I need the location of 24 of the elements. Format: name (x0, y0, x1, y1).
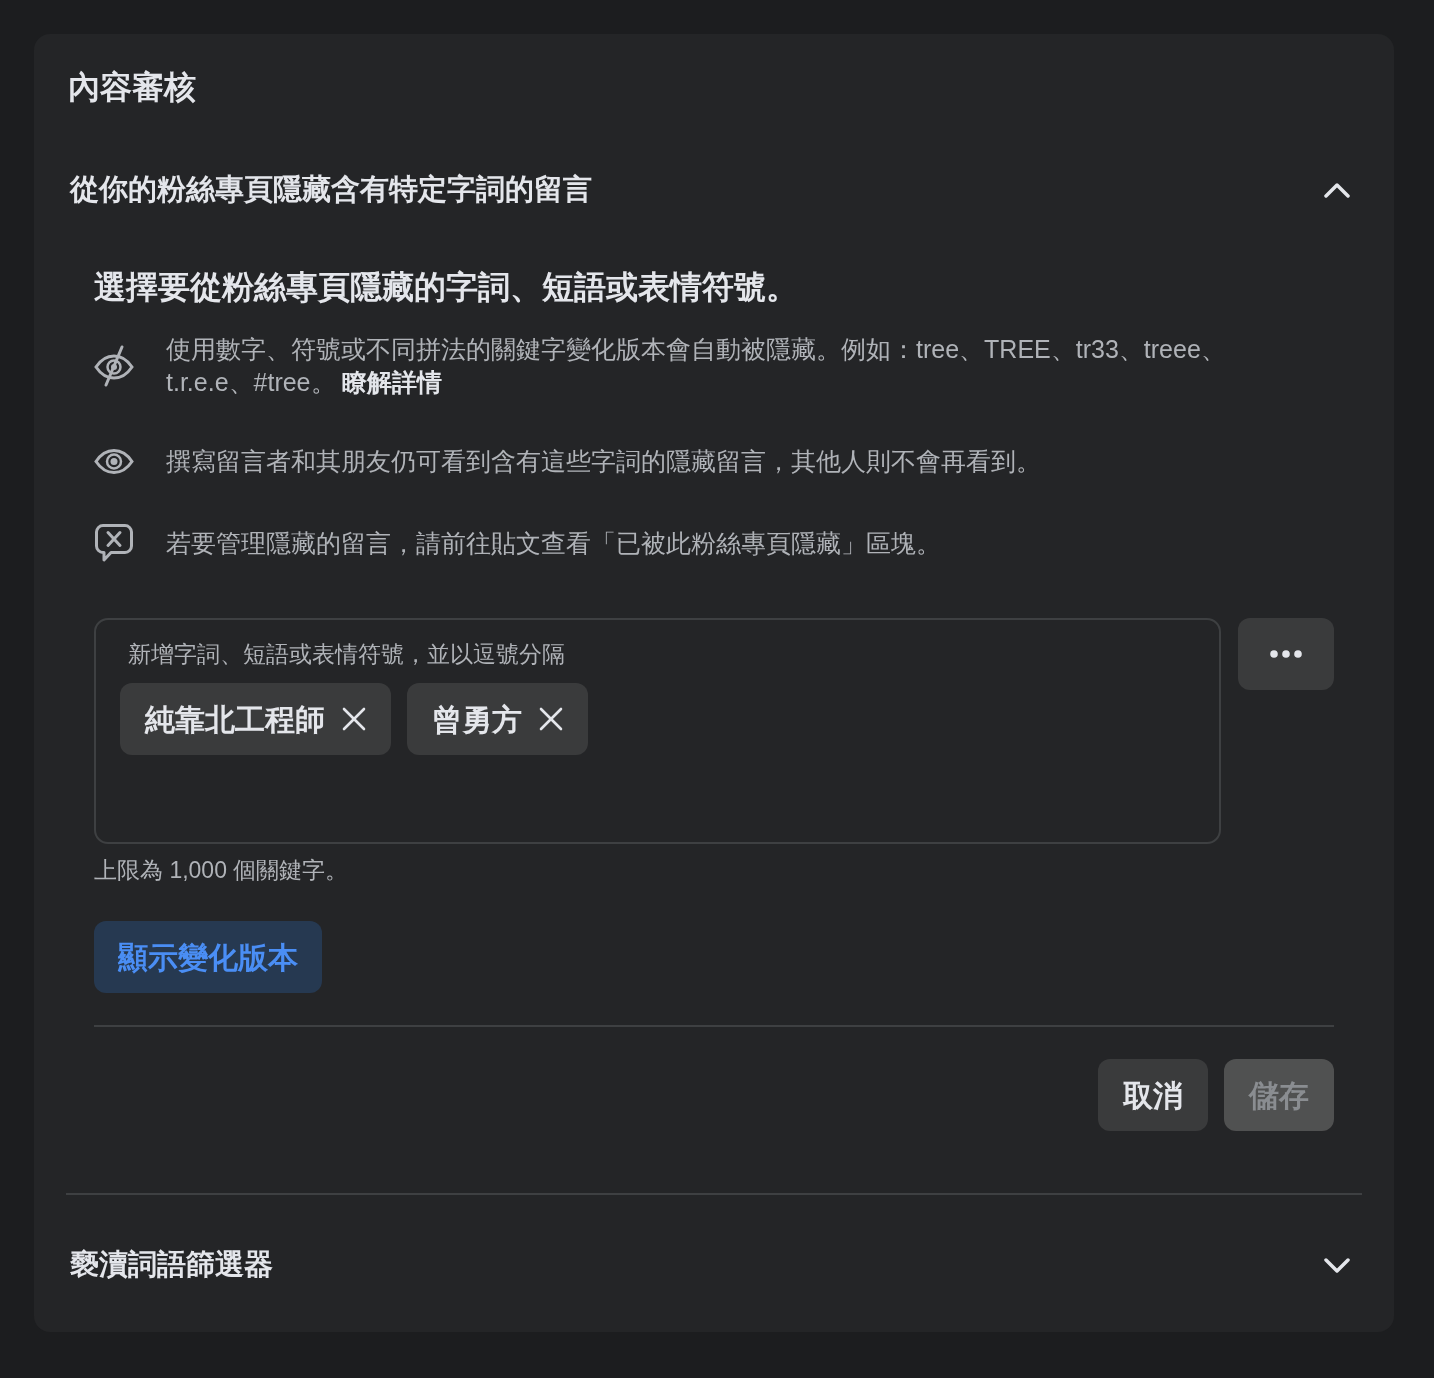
limit-hint: 上限為 1,000 個關鍵字。 (94, 856, 349, 885)
more-icon (1270, 650, 1302, 658)
section-title[interactable]: 從你的粉絲專頁隱藏含有特定字詞的留言 (70, 168, 592, 212)
info-text: 若要管理隱藏的留言，請前往貼文查看「已被此粉絲專頁隱藏」區塊。 (166, 527, 941, 559)
info-text: 使用數字、符號或不同拼法的關鍵字變化版本會自動被隱藏。例如：tree、TREE、tr33、treee、t.r.e.e、#tree。 瞭解詳情 (166, 334, 1227, 398)
cancel-button[interactable]: 取消 (1098, 1059, 1208, 1131)
info-text: 撰寫留言者和其朋友仍可看到含有這些字詞的隱藏留言，其他人則不會再看到。 (166, 446, 1041, 477)
section-heading: 選擇要從粉絲專頁隱藏的字詞、短語或表情符號。 (94, 268, 798, 307)
close-icon[interactable] (539, 707, 563, 731)
eye-icon (94, 449, 134, 474)
learn-more-link[interactable]: 瞭解詳情 (342, 368, 443, 396)
keyword-field[interactable]: 新增字詞、短語或表情符號，並以逗號分隔 純靠北工程師 曾勇方 (94, 618, 1221, 844)
close-icon[interactable] (342, 707, 366, 731)
more-button[interactable] (1238, 618, 1334, 690)
comment-x-icon (95, 524, 133, 562)
page-title: 內容審核 (68, 68, 196, 107)
chevron-down-icon[interactable] (1324, 1257, 1350, 1273)
section-title[interactable]: 褻瀆詞語篩選器 (70, 1243, 273, 1287)
keyword-chip[interactable]: 純靠北工程師 (120, 683, 391, 755)
field-label: 新增字詞、短語或表情符號，並以逗號分隔 (128, 640, 565, 669)
chevron-up-icon[interactable] (1324, 182, 1350, 198)
show-variations-button[interactable]: 顯示變化版本 (94, 921, 322, 993)
keyword-chip[interactable]: 曾勇方 (407, 683, 588, 755)
eye-slash-icon (94, 345, 134, 387)
